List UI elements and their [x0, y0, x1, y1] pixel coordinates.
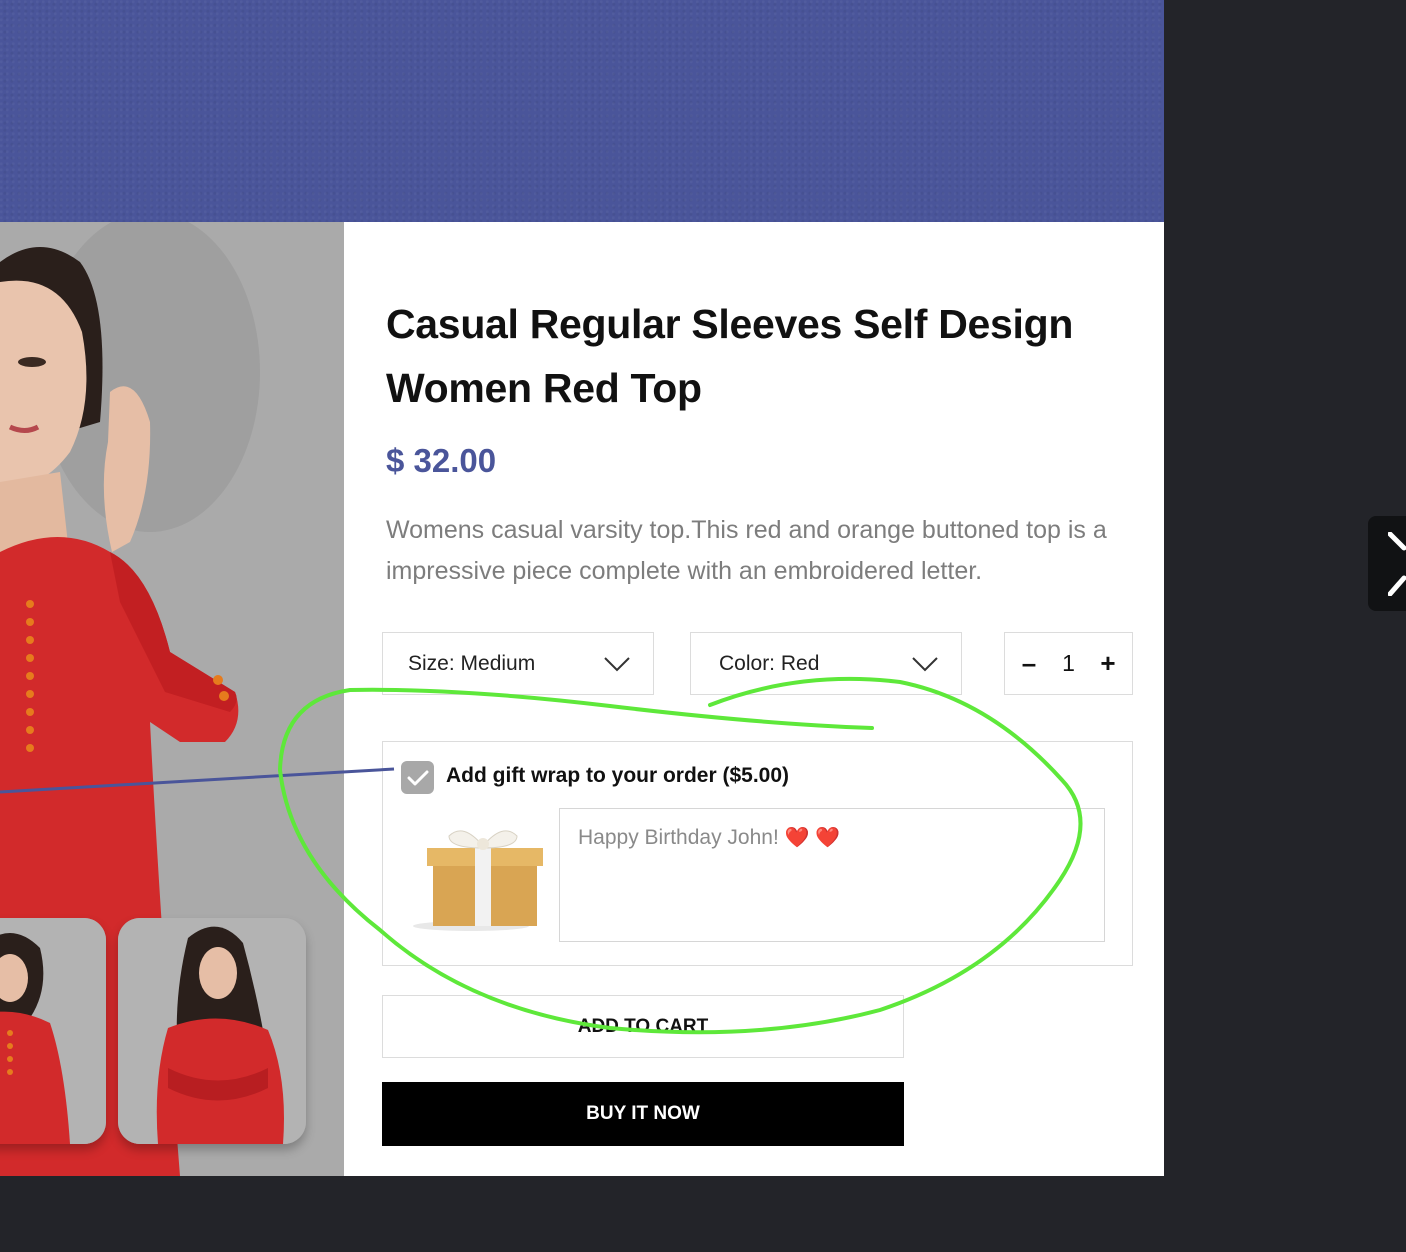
product-title: Casual Regular Sleeves Self Design Women… — [386, 301, 1074, 411]
thumbnail-1[interactable] — [0, 918, 106, 1144]
side-expand-tab[interactable] — [1368, 516, 1406, 611]
product-description: Womens casual varsity top.This red and o… — [386, 516, 1107, 585]
gift-box-icon — [413, 830, 543, 931]
gift-wrap-label[interactable]: Add gift wrap to your order ($5.00) — [446, 764, 789, 788]
add-to-cart-button[interactable]: ADD TO CART — [382, 995, 904, 1058]
thumbnail-2[interactable] — [118, 918, 306, 1144]
check-icon — [407, 770, 428, 785]
buy-now-button[interactable]: BUY IT NOW — [382, 1082, 904, 1146]
size-select-label: Size: Medium — [408, 651, 536, 675]
gift-wrap-checkbox[interactable] — [401, 761, 434, 794]
size-select[interactable]: Size: Medium — [382, 632, 654, 695]
gift-message-text: Happy Birthday John! — [578, 826, 779, 849]
chevron-down-icon — [912, 656, 938, 671]
hero-banner — [0, 0, 1164, 222]
gift-wrap-section: Add gift wrap to your order ($5.00) Happ… — [382, 741, 1133, 966]
expand-icon — [1388, 532, 1406, 596]
quantity-value[interactable]: 1 — [1062, 650, 1075, 677]
chevron-down-icon — [604, 656, 630, 671]
product-details: Casual Regular Sleeves Self Design Women… — [344, 222, 1164, 1176]
gift-message-textarea[interactable]: Happy Birthday John! ❤️ ❤️ — [559, 808, 1105, 942]
quantity-decrease-button[interactable]: – — [1019, 648, 1039, 679]
product-gallery — [0, 222, 344, 1176]
page: Casual Regular Sleeves Self Design Women… — [0, 0, 1406, 1252]
quantity-stepper: – 1 + — [1004, 632, 1133, 695]
quantity-increase-button[interactable]: + — [1098, 648, 1118, 679]
color-select-label: Color: Red — [719, 651, 820, 675]
heart-emoji: ❤️ ❤️ — [784, 827, 841, 849]
product-price: $ 32.00 — [386, 442, 497, 479]
color-select[interactable]: Color: Red — [690, 632, 962, 695]
